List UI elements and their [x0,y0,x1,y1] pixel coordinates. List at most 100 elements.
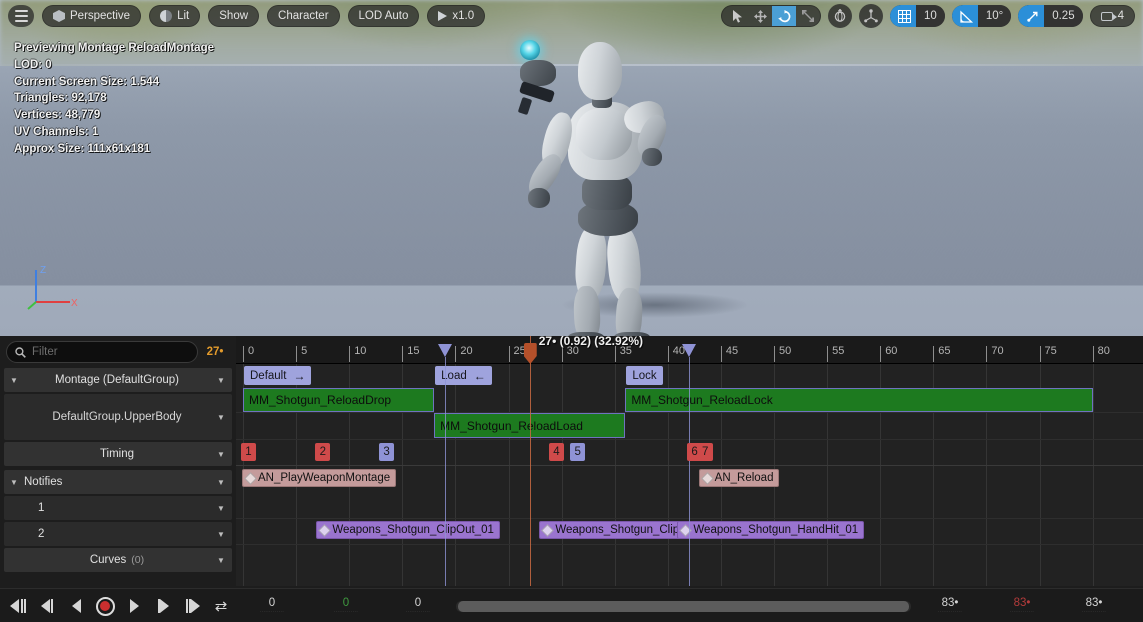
value-field-right-1[interactable]: 83• ............. [986,597,1058,614]
anim-notify[interactable]: Weapons_Shotgun_ClipOut_01 [316,521,500,539]
playback-speed-button[interactable]: x1.0 [427,5,485,27]
step-back-icon[interactable] [37,595,57,617]
camera-speed-control[interactable]: 4 [1090,5,1135,27]
scale-snap-control[interactable]: 0.25 [1018,5,1082,27]
preview-viewport[interactable]: Previewing Montage ReloadMontage LOD: 0 … [0,0,1143,336]
notify1-options-icon[interactable]: ▼ [210,504,232,513]
track-header-upperbody[interactable]: DefaultGroup.UpperBody ▼ [4,394,232,440]
anim-notify[interactable]: Weapons_Shotgun_HandHit_01 [677,521,864,539]
record-icon[interactable] [95,595,115,617]
character-button[interactable]: Character [267,5,340,27]
timing-mark[interactable]: 1 [241,443,256,461]
montage-segment[interactable]: MM_Shotgun_ReloadLock [625,388,1092,412]
section-marker[interactable]: Lock [626,366,662,385]
track-header-notify-2[interactable]: 2 ▼ [4,522,232,546]
value-field-left-2[interactable]: 0 ............. [382,597,454,614]
grid-snap-value[interactable]: 10 [916,5,945,27]
play-icon[interactable] [124,595,144,617]
scale-snap-value[interactable]: 0.25 [1044,5,1082,27]
angle-snap-icon[interactable] [952,5,978,27]
value-field-right-0[interactable]: 83• ............. [914,597,986,614]
notify2-options-icon[interactable]: ▼ [210,530,232,539]
track-header-curves[interactable]: Curves (0) ▼ [4,548,232,572]
perspective-label: Perspective [70,10,130,22]
skip-to-end-icon[interactable] [182,595,202,617]
track-header-montage[interactable]: ▼ Montage (DefaultGroup) ▼ [4,368,232,392]
left-shin [573,286,601,336]
track-header-notify-1[interactable]: 1 ▼ [4,496,232,520]
value-field-left-1[interactable]: 0 ............. [310,597,382,614]
angle-snap-value[interactable]: 10° [978,5,1011,27]
section-boundary-line [689,357,690,586]
ruler-tick-label: 15 [407,345,419,357]
track-label-timing: Timing [24,448,210,460]
curves-options-icon[interactable]: ▼ [210,556,232,565]
track-label-notifies: Notifies [24,476,210,488]
character-mannequin[interactable] [520,40,760,320]
value-field-left-0[interactable]: 0 ............. [236,597,308,614]
scale-icon[interactable] [796,5,820,27]
search-box[interactable] [6,341,198,363]
value-underline-r2: ............. [1058,608,1130,614]
timing-mark[interactable]: 3 [379,443,394,461]
viewport-menu-icon[interactable] [8,5,34,27]
timing-mark[interactable]: 5 [570,443,585,461]
section-marker[interactable]: Default→ [244,366,311,385]
ruler-tick [562,346,563,362]
track-label-notify-2: 2 [24,528,210,540]
grid-snap-control[interactable]: 10 [890,5,945,27]
track-header-timing[interactable]: Timing ▼ [4,442,232,466]
select-arrow-icon[interactable] [722,5,748,27]
stat-line-6: Approx Size: 111x61x181 [14,141,214,158]
chevron-down-icon[interactable]: ▼ [4,376,24,385]
rotate-icon[interactable] [772,5,796,27]
section-arrow-icon: ← [474,369,486,383]
step-forward-icon[interactable] [153,595,173,617]
move-icon[interactable] [748,5,772,27]
right-hand [642,148,662,166]
track-header-notifies[interactable]: ▼ Notifies ▼ [4,470,232,494]
timing-options-icon[interactable]: ▼ [210,450,232,459]
loop-icon[interactable]: ⇄ [211,595,231,617]
track-label-notify-1: 1 [24,502,210,514]
notify-diamond-icon [680,524,693,537]
lod-button[interactable]: LOD Auto [348,5,420,27]
montage-segment[interactable]: MM_Shotgun_ReloadDrop [243,388,434,412]
section-marker[interactable]: Load← [435,366,492,385]
section-boundary-marker[interactable] [438,344,452,357]
stat-line-3: Triangles: 92,178 [14,90,214,107]
track-options-icon[interactable]: ▼ [210,376,232,385]
angle-snap-control[interactable]: 10° [952,5,1011,27]
filter-input[interactable] [32,346,189,358]
timeline-scroll-zone: 0 ............. 0 ............. 0 ......… [236,589,1143,622]
grid-snap-icon[interactable] [890,5,916,27]
ruler-tick [880,346,881,362]
lit-button[interactable]: Lit [149,5,200,27]
upperbody-options-icon[interactable]: ▼ [210,413,232,422]
ruler-tick [509,346,510,362]
value-field-right-2[interactable]: 83• ............. [1058,597,1130,614]
lit-label: Lit [177,10,189,22]
timing-mark[interactable]: 7 [698,443,713,461]
notifies-chevron-down-icon[interactable]: ▼ [4,478,24,487]
anim-notify[interactable]: AN_PlayWeaponMontage [242,469,396,487]
ruler-tick-label: 55 [832,345,844,357]
curves-count: (0) [131,554,144,566]
show-button[interactable]: Show [208,5,259,27]
timing-mark[interactable]: 2 [315,443,330,461]
timeline-tracks-area[interactable]: 05101520253035404550556065707580 Default… [236,336,1143,586]
timing-mark[interactable]: 4 [549,443,564,461]
scale-snap-icon[interactable] [1018,5,1044,27]
play-reverse-icon[interactable] [66,595,86,617]
section-boundary-marker[interactable] [682,344,696,357]
timeline-scrollbar-thumb[interactable] [458,601,909,612]
perspective-button[interactable]: Perspective [42,5,141,27]
anim-notify[interactable]: AN_Reload [699,469,780,487]
world-axis-icon[interactable] [828,4,852,28]
skip-to-start-icon[interactable] [8,595,28,617]
section-label: Default [250,370,286,382]
stat-line-1: LOD: 0 [14,57,214,74]
local-axis-icon[interactable] [859,4,883,28]
ruler-tick [402,346,403,362]
notifies-options-icon[interactable]: ▼ [210,478,232,487]
